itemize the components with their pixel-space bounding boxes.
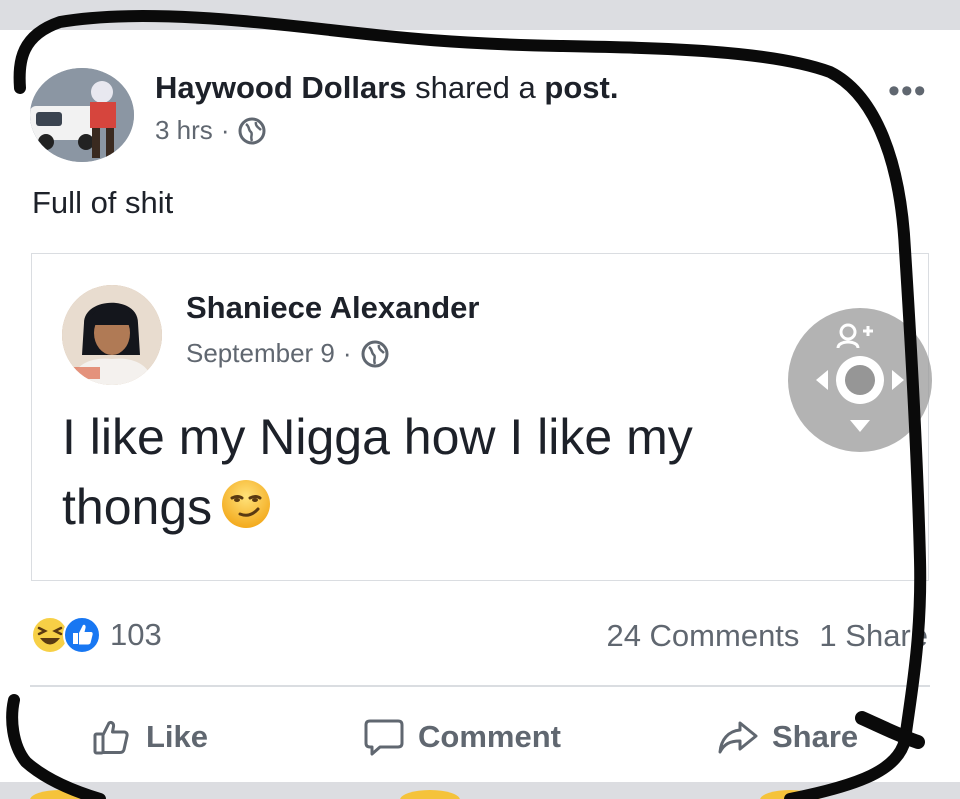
comment-bubble-icon xyxy=(364,719,404,756)
shared-text: shared a xyxy=(415,70,536,105)
assistive-touch-button[interactable] xyxy=(788,308,932,452)
shared-author-avatar[interactable] xyxy=(62,285,162,385)
post-meta: 3 hrs · xyxy=(155,115,267,146)
globe-icon xyxy=(361,340,389,367)
shared-post-date[interactable]: September 9 xyxy=(186,338,335,369)
comment-button[interactable]: Comment xyxy=(362,715,561,759)
shared-author-name[interactable]: Shaniece Alexander xyxy=(186,290,480,326)
engagement-counts: 24 Comments 1 Share xyxy=(606,618,928,654)
sharer-avatar[interactable] xyxy=(30,68,134,162)
reaction-count: 103 xyxy=(110,617,162,652)
meta-separator: · xyxy=(342,338,352,368)
shared-post-meta: September 9 · xyxy=(186,338,390,369)
post-caption: Full of shit xyxy=(32,185,174,220)
thumbs-up-icon xyxy=(93,721,129,755)
more-options-button[interactable]: ••• xyxy=(888,74,927,108)
like-reaction-icon xyxy=(63,616,101,654)
sharer-name[interactable]: Haywood Dollars xyxy=(155,70,407,105)
post-header: Haywood Dollars shared a post. xyxy=(155,70,618,106)
post-time[interactable]: 3 hrs xyxy=(155,115,213,146)
comments-count-link[interactable]: 24 Comments xyxy=(606,618,799,654)
actions-divider xyxy=(30,685,930,687)
share-button[interactable]: Share xyxy=(716,715,858,759)
comment-label: Comment xyxy=(418,719,561,754)
shared-post-text-content: I like my Nigga how I like my thongs xyxy=(62,409,693,535)
smirking-face-emoji-icon xyxy=(222,480,271,528)
meta-separator: · xyxy=(220,115,230,145)
post-link[interactable]: post. xyxy=(544,70,618,105)
shared-post-text: I like my Nigga how I like my thongs xyxy=(62,402,822,542)
top-feed-separator xyxy=(0,0,960,14)
share-label: Share xyxy=(772,719,859,754)
globe-icon xyxy=(238,117,266,144)
shares-count-link[interactable]: 1 Share xyxy=(819,618,928,654)
share-arrow-icon xyxy=(718,721,758,754)
reaction-summary[interactable]: 103 xyxy=(30,615,162,655)
like-button[interactable]: Like xyxy=(90,715,208,759)
like-label: Like xyxy=(146,719,209,754)
